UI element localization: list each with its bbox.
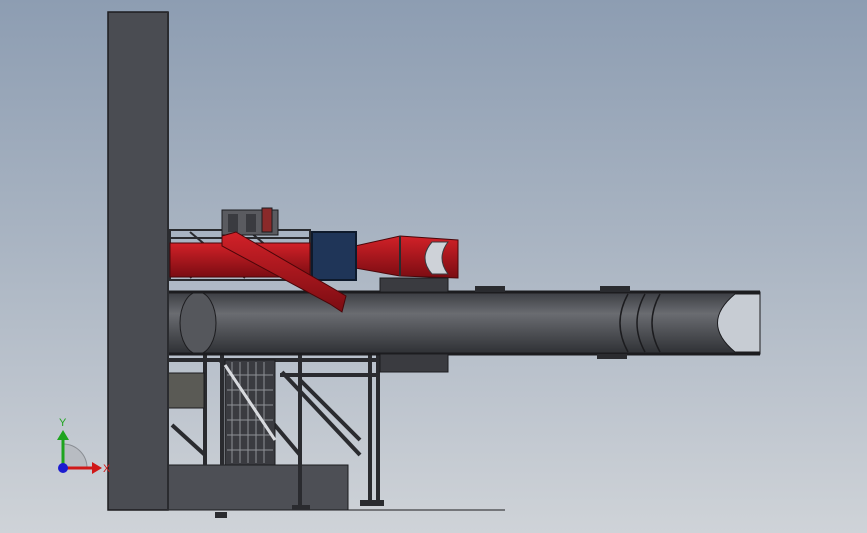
x-axis-label: X [103, 463, 111, 475]
graphics-viewport[interactable]: Y X [0, 0, 867, 533]
y-axis-arrowhead [57, 430, 69, 440]
equipment-box [167, 372, 205, 409]
foot-pad [292, 505, 310, 510]
blue-motor-box [311, 231, 357, 281]
fan-housing [221, 207, 279, 236]
anchor-marker [215, 512, 227, 518]
main-duct [167, 277, 761, 373]
grated-tower [223, 359, 277, 466]
foot-pad [360, 500, 384, 506]
base-block [167, 464, 349, 511]
x-axis-arrowhead [92, 462, 102, 474]
vertical-column [107, 11, 169, 511]
assembly-model-side-view[interactable]: Y X [0, 0, 867, 533]
y-axis-label: Y [59, 417, 67, 429]
z-axis-dot [58, 463, 68, 473]
triad-quarter-disc [62, 443, 88, 469]
coordinate-triad: Y X [57, 417, 111, 475]
